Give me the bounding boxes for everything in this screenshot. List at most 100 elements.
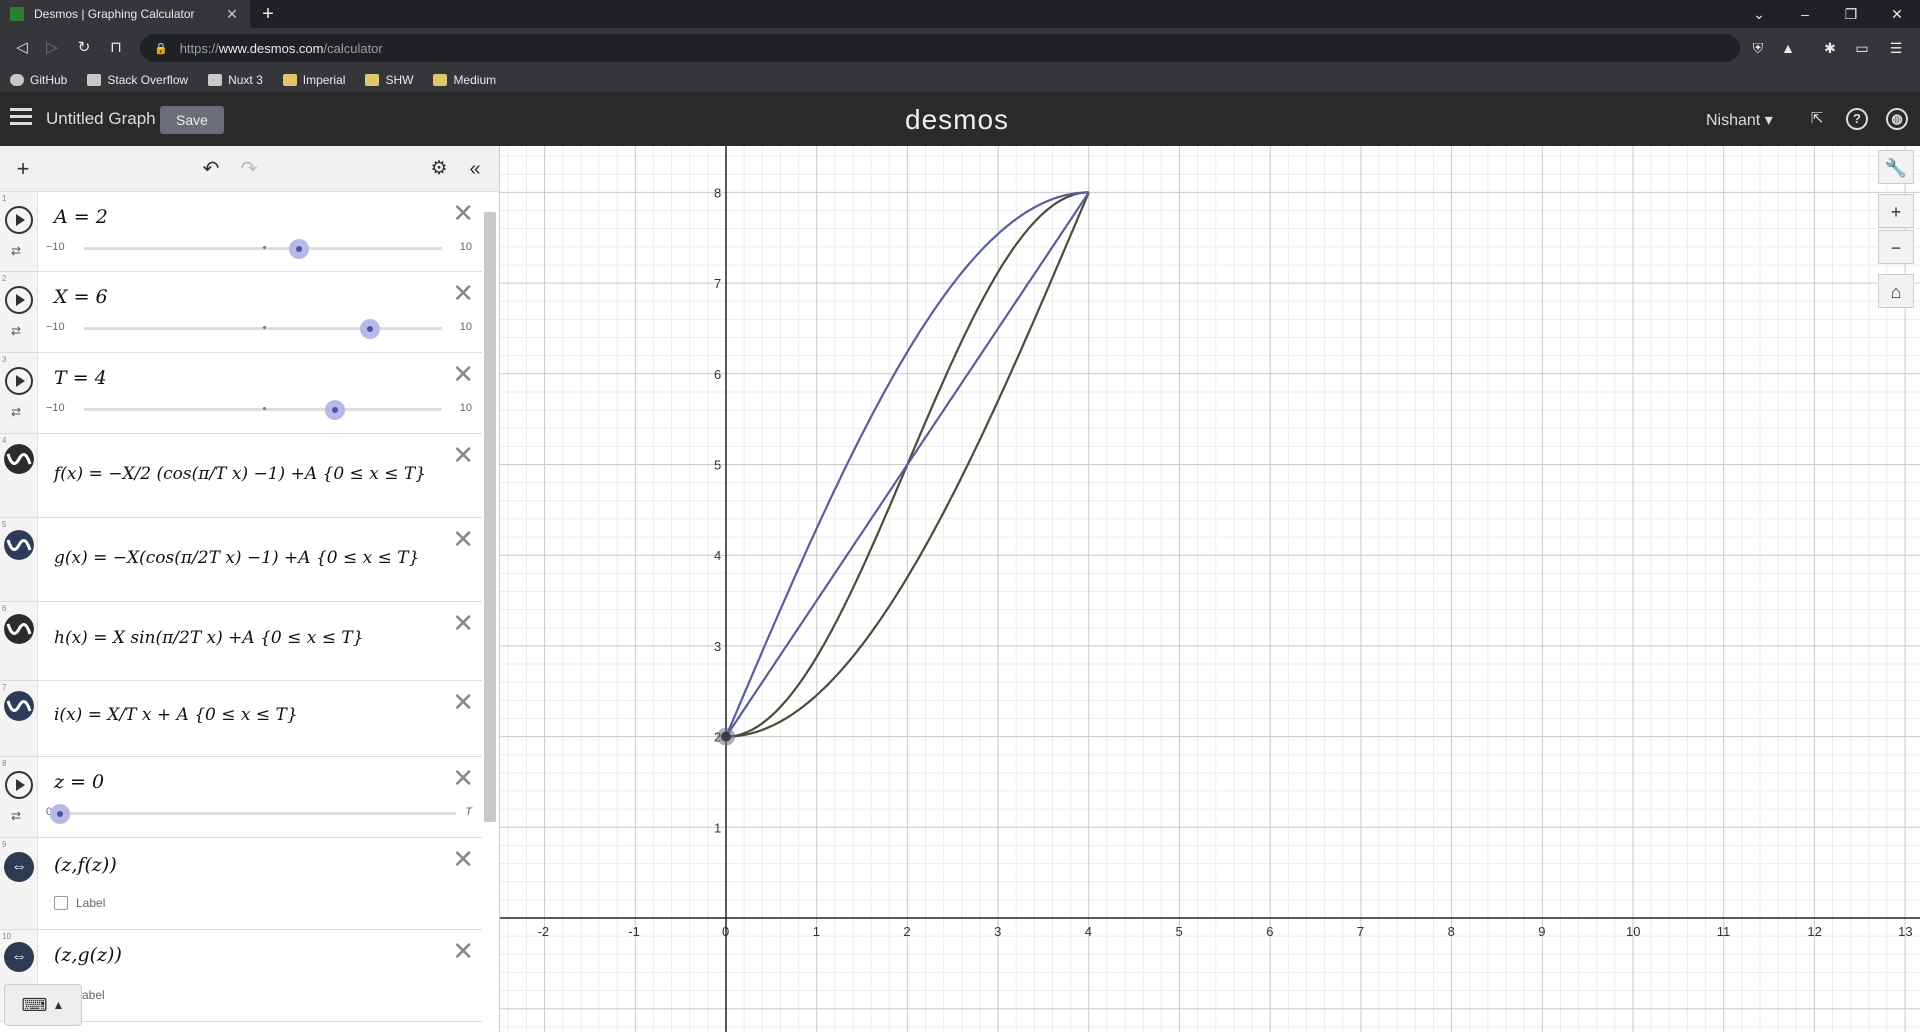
- triangle-extension-icon[interactable]: ▲: [1776, 36, 1800, 60]
- expression-formula[interactable]: z = 0: [54, 771, 104, 793]
- point-style-icon[interactable]: ⇔: [4, 942, 34, 972]
- shield-extension-icon[interactable]: ⛨: [1746, 36, 1770, 60]
- tab-search-icon[interactable]: ⌄: [1736, 0, 1782, 28]
- expression-formula[interactable]: i(x) = X/T x + A {0 ≤ x ≤ T}: [54, 705, 298, 725]
- settings-gear-icon[interactable]: ⚙: [426, 156, 452, 182]
- expression-formula[interactable]: (z,g(z)): [54, 944, 122, 966]
- label-toggle[interactable]: abel: [82, 988, 105, 1002]
- zoom-out-button[interactable]: −: [1878, 230, 1914, 264]
- slider-min[interactable]: −10: [46, 321, 65, 333]
- expression-item[interactable]: 7 i(x) = X/T x + A {0 ≤ x ≤ T} ✕: [0, 681, 482, 757]
- help-icon[interactable]: ?: [1846, 108, 1868, 130]
- loop-icon[interactable]: ⇄: [11, 324, 21, 338]
- delete-expression-icon[interactable]: ✕: [452, 198, 474, 229]
- address-bar[interactable]: 🔒 https:// www.desmos.com /calculator: [140, 34, 1740, 62]
- expression-formula[interactable]: X = 6: [54, 286, 108, 308]
- add-item-icon[interactable]: +: [10, 156, 36, 182]
- expression-item[interactable]: 8 ⇄ z = 0 0 T ✕: [0, 757, 482, 838]
- expression-item[interactable]: 5 g(x) = −X(cos(π/2T x) −1) +A {0 ≤ x ≤ …: [0, 518, 482, 602]
- hamburger-menu-icon[interactable]: [10, 108, 32, 130]
- delete-expression-icon[interactable]: ✕: [452, 359, 474, 390]
- expression-item[interactable]: 2 ⇄ X = 6 −10 10 ✕: [0, 272, 482, 353]
- slider-min[interactable]: −10: [46, 402, 65, 414]
- delete-expression-icon[interactable]: ✕: [452, 844, 474, 875]
- collapse-panel-icon[interactable]: «: [462, 156, 488, 182]
- delete-expression-icon[interactable]: ✕: [452, 687, 474, 718]
- loop-icon[interactable]: ⇄: [11, 405, 21, 419]
- expression-formula[interactable]: T = 4: [54, 367, 107, 389]
- delete-expression-icon[interactable]: ✕: [452, 278, 474, 309]
- redo-icon[interactable]: ↷: [236, 156, 262, 182]
- expression-item[interactable]: 6 h(x) = X sin(π/2T x) +A {0 ≤ x ≤ T} ✕: [0, 602, 482, 681]
- slider-knob[interactable]: [288, 239, 309, 259]
- expression-formula[interactable]: h(x) = X sin(π/2T x) +A {0 ≤ x ≤ T}: [54, 628, 364, 648]
- delete-expression-icon[interactable]: ✕: [452, 936, 474, 967]
- language-globe-icon[interactable]: ◍: [1886, 108, 1908, 130]
- tab-close-icon[interactable]: ✕: [224, 6, 240, 23]
- bookmark-imperial[interactable]: Imperial: [282, 73, 345, 87]
- curve-color-icon[interactable]: [4, 614, 34, 644]
- slider[interactable]: −10 10: [46, 400, 472, 420]
- graph-canvas[interactable]: -2-1012345678910111213123456789: [500, 95, 1920, 1032]
- expression-item[interactable]: 9 ⇔ (z,f(z)) Label ✕: [0, 838, 482, 930]
- point-style-icon[interactable]: ⇔: [4, 852, 34, 882]
- graph-settings-wrench-icon[interactable]: 🔧: [1878, 150, 1914, 184]
- label-checkbox[interactable]: [54, 896, 68, 910]
- extensions-puzzle-icon[interactable]: ✱: [1818, 36, 1842, 60]
- curve-color-icon[interactable]: [4, 444, 34, 474]
- slider-knob[interactable]: [360, 319, 381, 339]
- slider[interactable]: 0 T: [46, 804, 472, 824]
- restore-button[interactable]: ❐: [1828, 0, 1874, 28]
- user-menu[interactable]: Nishant ▾: [1706, 110, 1773, 130]
- expression-formula[interactable]: (z,f(z)): [54, 854, 117, 876]
- expression-formula[interactable]: A = 2: [54, 206, 108, 228]
- save-button[interactable]: Save: [160, 106, 224, 134]
- reload-icon[interactable]: ↻: [72, 36, 96, 60]
- play-slider-icon[interactable]: [5, 206, 33, 234]
- label-toggle[interactable]: Label: [54, 896, 105, 910]
- delete-expression-icon[interactable]: ✕: [452, 608, 474, 639]
- forward-icon[interactable]: ▷: [40, 36, 64, 60]
- slider-max[interactable]: 10: [460, 402, 472, 414]
- graph-paper[interactable]: -2-1012345678910111213123456789 🔧 + − ⌂: [500, 95, 1920, 1032]
- play-slider-icon[interactable]: [5, 286, 33, 314]
- expression-formula[interactable]: g(x) = −X(cos(π/2T x) −1) +A {0 ≤ x ≤ T}: [54, 548, 419, 568]
- bookmark-medium[interactable]: Medium: [433, 73, 496, 87]
- default-zoom-home-icon[interactable]: ⌂: [1878, 274, 1914, 308]
- slider[interactable]: −10 10: [46, 319, 472, 339]
- back-icon[interactable]: ◁: [10, 36, 34, 60]
- expression-item[interactable]: 3 ⇄ T = 4 −10 10 ✕: [0, 353, 482, 434]
- delete-expression-icon[interactable]: ✕: [452, 524, 474, 555]
- expression-item[interactable]: 4 f(x) = −X/2 (cos(π/T x) −1) +A {0 ≤ x …: [0, 434, 482, 518]
- bookmark-github[interactable]: GitHub: [10, 73, 67, 87]
- zoom-in-button[interactable]: +: [1878, 194, 1914, 228]
- minimize-button[interactable]: –: [1782, 0, 1828, 28]
- bookmark-nuxt[interactable]: Nuxt 3: [208, 73, 263, 87]
- new-tab-button[interactable]: +: [256, 2, 280, 26]
- bookmark-icon[interactable]: ⊓: [104, 36, 128, 60]
- close-window-button[interactable]: ✕: [1874, 0, 1920, 28]
- scrollbar-thumb[interactable]: [484, 212, 496, 822]
- slider[interactable]: −10 10: [46, 239, 472, 259]
- curve-color-icon[interactable]: [4, 691, 34, 721]
- slider-max[interactable]: 10: [460, 321, 472, 333]
- delete-expression-icon[interactable]: ✕: [452, 440, 474, 471]
- bookmark-shw[interactable]: SHW: [365, 73, 413, 87]
- expression-item[interactable]: 1 ⇄ A = 2 −10 10 ✕: [0, 192, 482, 272]
- share-icon[interactable]: ⇱: [1806, 108, 1828, 130]
- loop-icon[interactable]: ⇄: [11, 809, 21, 823]
- menu-icon[interactable]: ☰: [1884, 36, 1908, 60]
- expression-formula[interactable]: f(x) = −X/2 (cos(π/T x) −1) +A {0 ≤ x ≤ …: [54, 464, 426, 484]
- keyboard-toggle-button[interactable]: ⌨ ▲: [4, 984, 82, 1026]
- bookmark-stackoverflow[interactable]: Stack Overflow: [87, 73, 188, 87]
- delete-expression-icon[interactable]: ✕: [452, 763, 474, 794]
- play-slider-icon[interactable]: [5, 367, 33, 395]
- slider-max[interactable]: 10: [460, 241, 472, 253]
- browser-tab[interactable]: Desmos | Graphing Calculator ✕: [0, 0, 250, 28]
- expression-scrollbar[interactable]: [484, 202, 496, 962]
- slider-min[interactable]: −10: [46, 241, 65, 253]
- slider-knob[interactable]: [50, 804, 70, 824]
- slider-knob[interactable]: [324, 400, 345, 420]
- wallet-icon[interactable]: ▭: [1850, 36, 1874, 60]
- slider-max[interactable]: T: [465, 806, 472, 818]
